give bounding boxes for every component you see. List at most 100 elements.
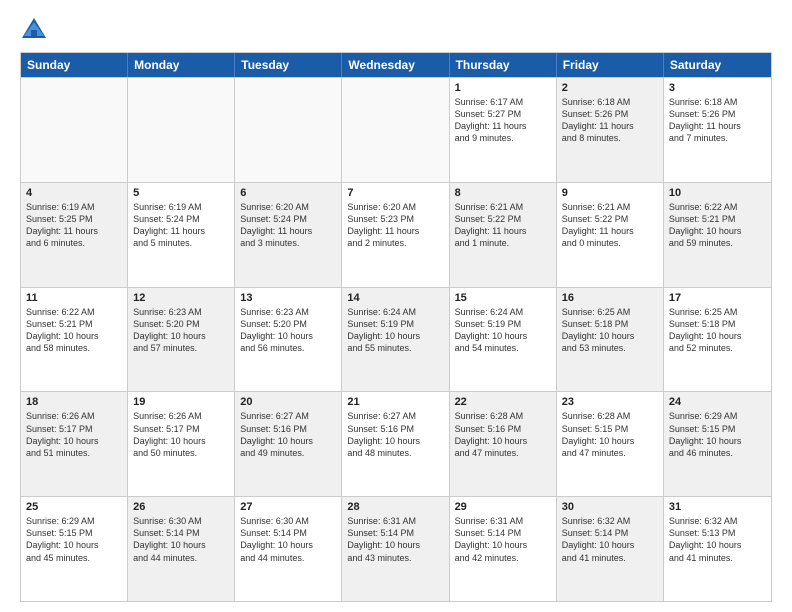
calendar-cell: 7 Sunrise: 6:20 AM Sunset: 5:23 PM Daylig… xyxy=(342,183,449,287)
day-number: 16 xyxy=(562,292,658,304)
calendar-cell: 28Sunrise: 6:31 AM Sunset: 5:14 PM Dayli… xyxy=(342,497,449,601)
cell-info: Sunrise: 6:29 AM Sunset: 5:15 PM Dayligh… xyxy=(669,410,766,459)
cell-info: Sunrise: 6:31 AM Sunset: 5:14 PM Dayligh… xyxy=(455,515,551,564)
calendar-cell: 30 Sunrise: 6:32 AM Sunset: 5:14 PM Dayli… xyxy=(557,497,664,601)
cell-info: Sunrise: 6:23 AM Sunset: 5:20 PM Dayligh… xyxy=(133,306,229,355)
calendar-cell: 1Sunrise: 6:17 AM Sunset: 5:27 PM Daylig… xyxy=(450,78,557,182)
cell-info: Sunrise: 6:25 AM Sunset: 5:18 PM Dayligh… xyxy=(669,306,766,355)
calendar: SundayMondayTuesdayWednesdayThursdayFrid… xyxy=(20,52,772,602)
calendar-cell: 20 Sunrise: 6:27 AM Sunset: 5:16 PM Dayli… xyxy=(235,392,342,496)
cell-info: Sunrise: 6:19 AM Sunset: 5:24 PM Dayligh… xyxy=(133,201,229,250)
cell-info: Sunrise: 6:27 AM Sunset: 5:16 PM Dayligh… xyxy=(347,410,443,459)
calendar-cell: 21 Sunrise: 6:27 AM Sunset: 5:16 PM Dayli… xyxy=(342,392,449,496)
calendar-cell: 12 Sunrise: 6:23 AM Sunset: 5:20 PM Dayli… xyxy=(128,288,235,392)
calendar-cell: 27 Sunrise: 6:30 AM Sunset: 5:14 PM Dayli… xyxy=(235,497,342,601)
calendar-cell: 13Sunrise: 6:23 AM Sunset: 5:20 PM Dayli… xyxy=(235,288,342,392)
header-day-friday: Friday xyxy=(557,53,664,77)
cell-info: Sunrise: 6:22 AM Sunset: 5:21 PM Dayligh… xyxy=(669,201,766,250)
day-number: 14 xyxy=(347,292,443,304)
calendar-cell: 29 Sunrise: 6:31 AM Sunset: 5:14 PM Dayli… xyxy=(450,497,557,601)
cell-info: Sunrise: 6:21 AM Sunset: 5:22 PM Dayligh… xyxy=(455,201,551,250)
calendar-cell: 9 Sunrise: 6:21 AM Sunset: 5:22 PM Daylig… xyxy=(557,183,664,287)
cell-info: Sunrise: 6:32 AM Sunset: 5:14 PM Dayligh… xyxy=(562,515,658,564)
day-number: 17 xyxy=(669,292,766,304)
calendar-cell: 6Sunrise: 6:20 AM Sunset: 5:24 PM Daylig… xyxy=(235,183,342,287)
cell-info: Sunrise: 6:27 AM Sunset: 5:16 PM Dayligh… xyxy=(240,410,336,459)
day-number: 29 xyxy=(455,501,551,513)
calendar-cell: 11Sunrise: 6:22 AM Sunset: 5:21 PM Dayli… xyxy=(21,288,128,392)
day-number: 22 xyxy=(455,396,551,408)
cell-info: Sunrise: 6:30 AM Sunset: 5:14 PM Dayligh… xyxy=(133,515,229,564)
day-number: 27 xyxy=(240,501,336,513)
day-number: 3 xyxy=(669,82,766,94)
header-day-tuesday: Tuesday xyxy=(235,53,342,77)
day-number: 12 xyxy=(133,292,229,304)
calendar-cell xyxy=(21,78,128,182)
day-number: 31 xyxy=(669,501,766,513)
calendar-cell: 15 Sunrise: 6:24 AM Sunset: 5:19 PM Dayli… xyxy=(450,288,557,392)
day-number: 21 xyxy=(347,396,443,408)
cell-info: Sunrise: 6:31 AM Sunset: 5:14 PM Dayligh… xyxy=(347,515,443,564)
header-day-wednesday: Wednesday xyxy=(342,53,449,77)
cell-info: Sunrise: 6:32 AM Sunset: 5:13 PM Dayligh… xyxy=(669,515,766,564)
day-number: 30 xyxy=(562,501,658,513)
cell-info: Sunrise: 6:17 AM Sunset: 5:27 PM Dayligh… xyxy=(455,96,551,145)
calendar-cell: 25Sunrise: 6:29 AM Sunset: 5:15 PM Dayli… xyxy=(21,497,128,601)
cell-info: Sunrise: 6:26 AM Sunset: 5:17 PM Dayligh… xyxy=(26,410,122,459)
calendar-cell: 3 Sunrise: 6:18 AM Sunset: 5:26 PM Daylig… xyxy=(664,78,771,182)
day-number: 9 xyxy=(562,187,658,199)
header-day-sunday: Sunday xyxy=(21,53,128,77)
day-number: 6 xyxy=(240,187,336,199)
day-number: 26 xyxy=(133,501,229,513)
cell-info: Sunrise: 6:18 AM Sunset: 5:26 PM Dayligh… xyxy=(562,96,658,145)
calendar-cell: 17 Sunrise: 6:25 AM Sunset: 5:18 PM Dayli… xyxy=(664,288,771,392)
calendar-cell: 16 Sunrise: 6:25 AM Sunset: 5:18 PM Dayli… xyxy=(557,288,664,392)
header-day-saturday: Saturday xyxy=(664,53,771,77)
day-number: 25 xyxy=(26,501,122,513)
cell-info: Sunrise: 6:24 AM Sunset: 5:19 PM Dayligh… xyxy=(347,306,443,355)
calendar-cell: 22 Sunrise: 6:28 AM Sunset: 5:16 PM Dayli… xyxy=(450,392,557,496)
cell-info: Sunrise: 6:26 AM Sunset: 5:17 PM Dayligh… xyxy=(133,410,229,459)
logo-icon xyxy=(20,16,48,44)
day-number: 2 xyxy=(562,82,658,94)
page: SundayMondayTuesdayWednesdayThursdayFrid… xyxy=(0,0,792,612)
calendar-row-2: 11Sunrise: 6:22 AM Sunset: 5:21 PM Dayli… xyxy=(21,287,771,392)
header-day-thursday: Thursday xyxy=(450,53,557,77)
calendar-cell: 31 Sunrise: 6:32 AM Sunset: 5:13 PM Dayli… xyxy=(664,497,771,601)
day-number: 19 xyxy=(133,396,229,408)
calendar-row-3: 18 Sunrise: 6:26 AM Sunset: 5:17 PM Dayli… xyxy=(21,391,771,496)
calendar-cell: 8 Sunrise: 6:21 AM Sunset: 5:22 PM Daylig… xyxy=(450,183,557,287)
cell-info: Sunrise: 6:24 AM Sunset: 5:19 PM Dayligh… xyxy=(455,306,551,355)
day-number: 10 xyxy=(669,187,766,199)
day-number: 24 xyxy=(669,396,766,408)
calendar-cell: 4Sunrise: 6:19 AM Sunset: 5:25 PM Daylig… xyxy=(21,183,128,287)
cell-info: Sunrise: 6:21 AM Sunset: 5:22 PM Dayligh… xyxy=(562,201,658,250)
calendar-cell xyxy=(235,78,342,182)
cell-info: Sunrise: 6:28 AM Sunset: 5:16 PM Dayligh… xyxy=(455,410,551,459)
cell-info: Sunrise: 6:18 AM Sunset: 5:26 PM Dayligh… xyxy=(669,96,766,145)
cell-info: Sunrise: 6:30 AM Sunset: 5:14 PM Dayligh… xyxy=(240,515,336,564)
calendar-cell: 14 Sunrise: 6:24 AM Sunset: 5:19 PM Dayli… xyxy=(342,288,449,392)
day-number: 18 xyxy=(26,396,122,408)
calendar-cell: 10 Sunrise: 6:22 AM Sunset: 5:21 PM Dayli… xyxy=(664,183,771,287)
calendar-cell: 5Sunrise: 6:19 AM Sunset: 5:24 PM Daylig… xyxy=(128,183,235,287)
day-number: 23 xyxy=(562,396,658,408)
calendar-cell: 18 Sunrise: 6:26 AM Sunset: 5:17 PM Dayli… xyxy=(21,392,128,496)
day-number: 8 xyxy=(455,187,551,199)
cell-info: Sunrise: 6:19 AM Sunset: 5:25 PM Dayligh… xyxy=(26,201,122,250)
day-number: 15 xyxy=(455,292,551,304)
calendar-cell: 19 Sunrise: 6:26 AM Sunset: 5:17 PM Dayli… xyxy=(128,392,235,496)
calendar-cell xyxy=(128,78,235,182)
cell-info: Sunrise: 6:28 AM Sunset: 5:15 PM Dayligh… xyxy=(562,410,658,459)
day-number: 20 xyxy=(240,396,336,408)
cell-info: Sunrise: 6:25 AM Sunset: 5:18 PM Dayligh… xyxy=(562,306,658,355)
header-day-monday: Monday xyxy=(128,53,235,77)
day-number: 11 xyxy=(26,292,122,304)
calendar-cell: 23 Sunrise: 6:28 AM Sunset: 5:15 PM Dayli… xyxy=(557,392,664,496)
day-number: 13 xyxy=(240,292,336,304)
cell-info: Sunrise: 6:20 AM Sunset: 5:23 PM Dayligh… xyxy=(347,201,443,250)
day-number: 7 xyxy=(347,187,443,199)
header xyxy=(20,16,772,44)
calendar-row-1: 4Sunrise: 6:19 AM Sunset: 5:25 PM Daylig… xyxy=(21,182,771,287)
logo xyxy=(20,16,52,44)
